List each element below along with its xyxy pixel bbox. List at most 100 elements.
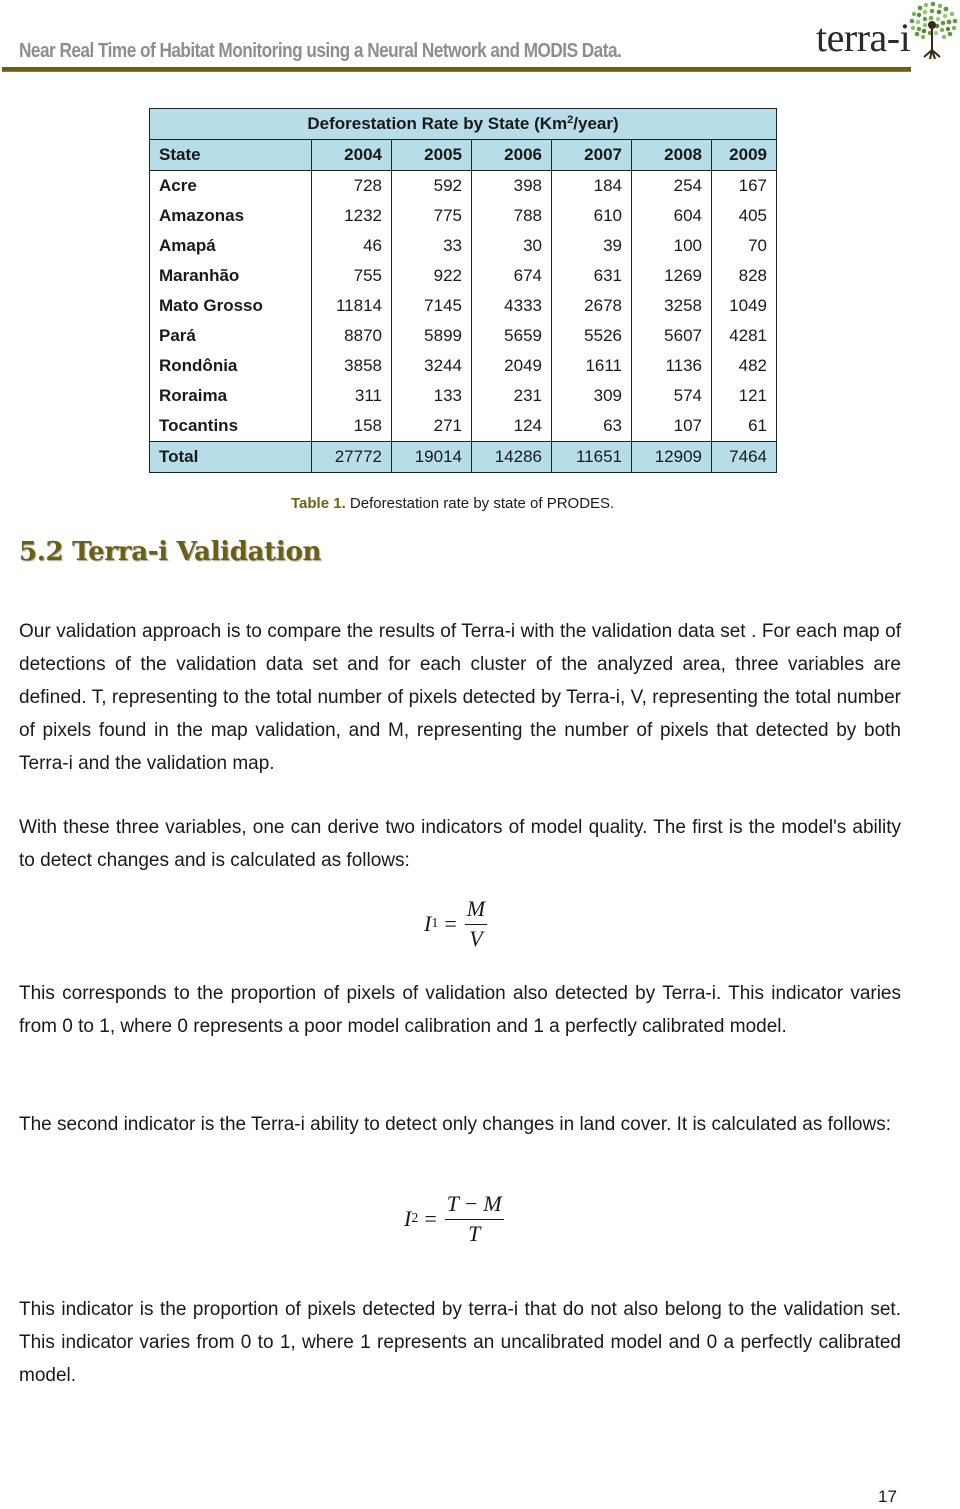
table-cell: 5526	[551, 321, 632, 351]
table-cell: 592	[391, 170, 472, 201]
table-row: Amapá 46 33 30 39 100 70	[149, 231, 777, 261]
formula-subscript: 1	[431, 915, 439, 931]
formula-symbol: I	[424, 910, 432, 936]
total-cell: 12909	[631, 441, 712, 473]
page-number: 17	[878, 1487, 897, 1506]
table-row: Amazonas 1232 775 788 610 604 405	[149, 201, 777, 231]
table-cell: 1611	[551, 351, 632, 381]
table-cell: 631	[551, 261, 632, 291]
formula-denominator: T	[468, 1221, 481, 1246]
table-cell: 63	[551, 411, 632, 442]
running-header-title: Near Real Time of Habitat Monitoring usi…	[19, 40, 622, 62]
table-title-row: Deforestation Rate by State (Km2/year)	[149, 108, 777, 140]
table-cell: 610	[551, 201, 632, 231]
formula-numerator: T − M	[444, 1191, 504, 1220]
numerator-operator: −	[465, 1191, 478, 1216]
formula-fraction: M V	[464, 896, 488, 951]
table-cell: 7145	[391, 291, 472, 321]
table-cell: 254	[631, 170, 712, 201]
table-cell: 3258	[631, 291, 712, 321]
table-cell: 124	[471, 411, 552, 442]
formula-fraction: T − M T	[444, 1191, 504, 1246]
header-rule	[2, 67, 911, 72]
total-cell: 14286	[471, 441, 552, 473]
table-cell: 482	[711, 351, 777, 381]
column-header-2009: 2009	[711, 139, 777, 171]
table-title-prefix: Deforestation Rate by State (Km	[307, 114, 568, 133]
table-row: Roraima 311 133 231 309 574 121	[149, 381, 777, 411]
table-cell: 5899	[391, 321, 472, 351]
numerator-left: T	[446, 1191, 459, 1216]
formula-numerator: M	[464, 896, 488, 925]
table-cell: 755	[311, 261, 392, 291]
table-cell: 922	[391, 261, 472, 291]
table-cell: 158	[311, 411, 392, 442]
table-cell: 5607	[631, 321, 712, 351]
table-body: Acre 728 592 398 184 254 167 Amazonas 12…	[149, 170, 777, 473]
table-cell: 184	[551, 170, 632, 201]
table-cell: 775	[391, 201, 472, 231]
state-name: Pará	[149, 321, 312, 351]
table-cell: 828	[711, 261, 777, 291]
formula-equals: =	[444, 910, 457, 936]
table-row: Acre 728 592 398 184 254 167	[149, 170, 777, 201]
table-caption: Table 1. Deforestation rate by state of …	[291, 495, 614, 512]
table-cell: 4281	[711, 321, 777, 351]
table-cell: 11814	[311, 291, 392, 321]
table-cell: 271	[391, 411, 472, 442]
formula-subscript: 2	[411, 1210, 419, 1226]
deforestation-table: Deforestation Rate by State (Km2/year) S…	[149, 108, 777, 473]
table-title: Deforestation Rate by State (Km2/year)	[149, 108, 777, 140]
table-cell: 398	[471, 170, 552, 201]
paragraph-i1-explanation: This corresponds to the proportion of pi…	[19, 983, 901, 1037]
table-cell: 311	[311, 381, 392, 411]
table-row: Mato Grosso 11814 7145 4333 2678 3258 10…	[149, 291, 777, 321]
terra-i-logo: terra-i	[812, 0, 960, 66]
table-cell: 1136	[631, 351, 712, 381]
formula-symbol: I	[404, 1205, 412, 1231]
table-cell: 728	[311, 170, 392, 201]
table-cell: 2678	[551, 291, 632, 321]
paragraph-validation-approach: Our validation approach is to compare th…	[19, 621, 901, 774]
formula-i2: I2 = T − M T	[404, 1191, 504, 1246]
total-cell: 27772	[311, 441, 392, 473]
table-cell: 100	[631, 231, 712, 261]
formula-equals: =	[424, 1205, 437, 1231]
table-cell: 33	[391, 231, 472, 261]
table-cell: 574	[631, 381, 712, 411]
tree-canopy	[909, 1, 958, 40]
formula-denominator: V	[469, 926, 483, 951]
deforestation-table-wrapper: Deforestation Rate by State (Km2/year) S…	[149, 108, 777, 473]
table-cell: 39	[551, 231, 632, 261]
total-cell: 7464	[711, 441, 777, 473]
column-header-2005: 2005	[391, 139, 472, 171]
running-header: Near Real Time of Habitat Monitoring usi…	[0, 0, 960, 75]
paragraph-i2-explanation: This indicator is the proportion of pixe…	[19, 1299, 901, 1386]
table-cell: 107	[631, 411, 712, 442]
section-heading: 5.2 Terra-i Validation	[19, 537, 322, 567]
logo-text: terra-i	[816, 15, 911, 60]
tree-core	[928, 21, 936, 29]
table-cell: 61	[711, 411, 777, 442]
table-total-row: Total 27772 19014 14286 11651 12909 7464	[149, 441, 777, 473]
table-cell: 30	[471, 231, 552, 261]
table-cell: 1232	[311, 201, 392, 231]
total-cell: 19014	[391, 441, 472, 473]
table-cell: 121	[711, 381, 777, 411]
paragraph-indicators-intro: With these three variables, one can deri…	[19, 817, 901, 871]
column-header-2004: 2004	[311, 139, 392, 171]
state-name: Tocantins	[149, 411, 312, 442]
table-row: Pará 8870 5899 5659 5526 5607 4281	[149, 321, 777, 351]
formula-i1: I1 = M V	[424, 896, 488, 951]
table-cell: 604	[631, 201, 712, 231]
column-header-2008: 2008	[631, 139, 712, 171]
table-cell: 5659	[471, 321, 552, 351]
state-name: Rondônia	[149, 351, 312, 381]
column-header-2006: 2006	[471, 139, 552, 171]
state-name: Amazonas	[149, 201, 312, 231]
table-cell: 231	[471, 381, 552, 411]
table-cell: 167	[711, 170, 777, 201]
table-row: Rondônia 3858 3244 2049 1611 1136 482	[149, 351, 777, 381]
state-name: Acre	[149, 170, 312, 201]
table-cell: 70	[711, 231, 777, 261]
